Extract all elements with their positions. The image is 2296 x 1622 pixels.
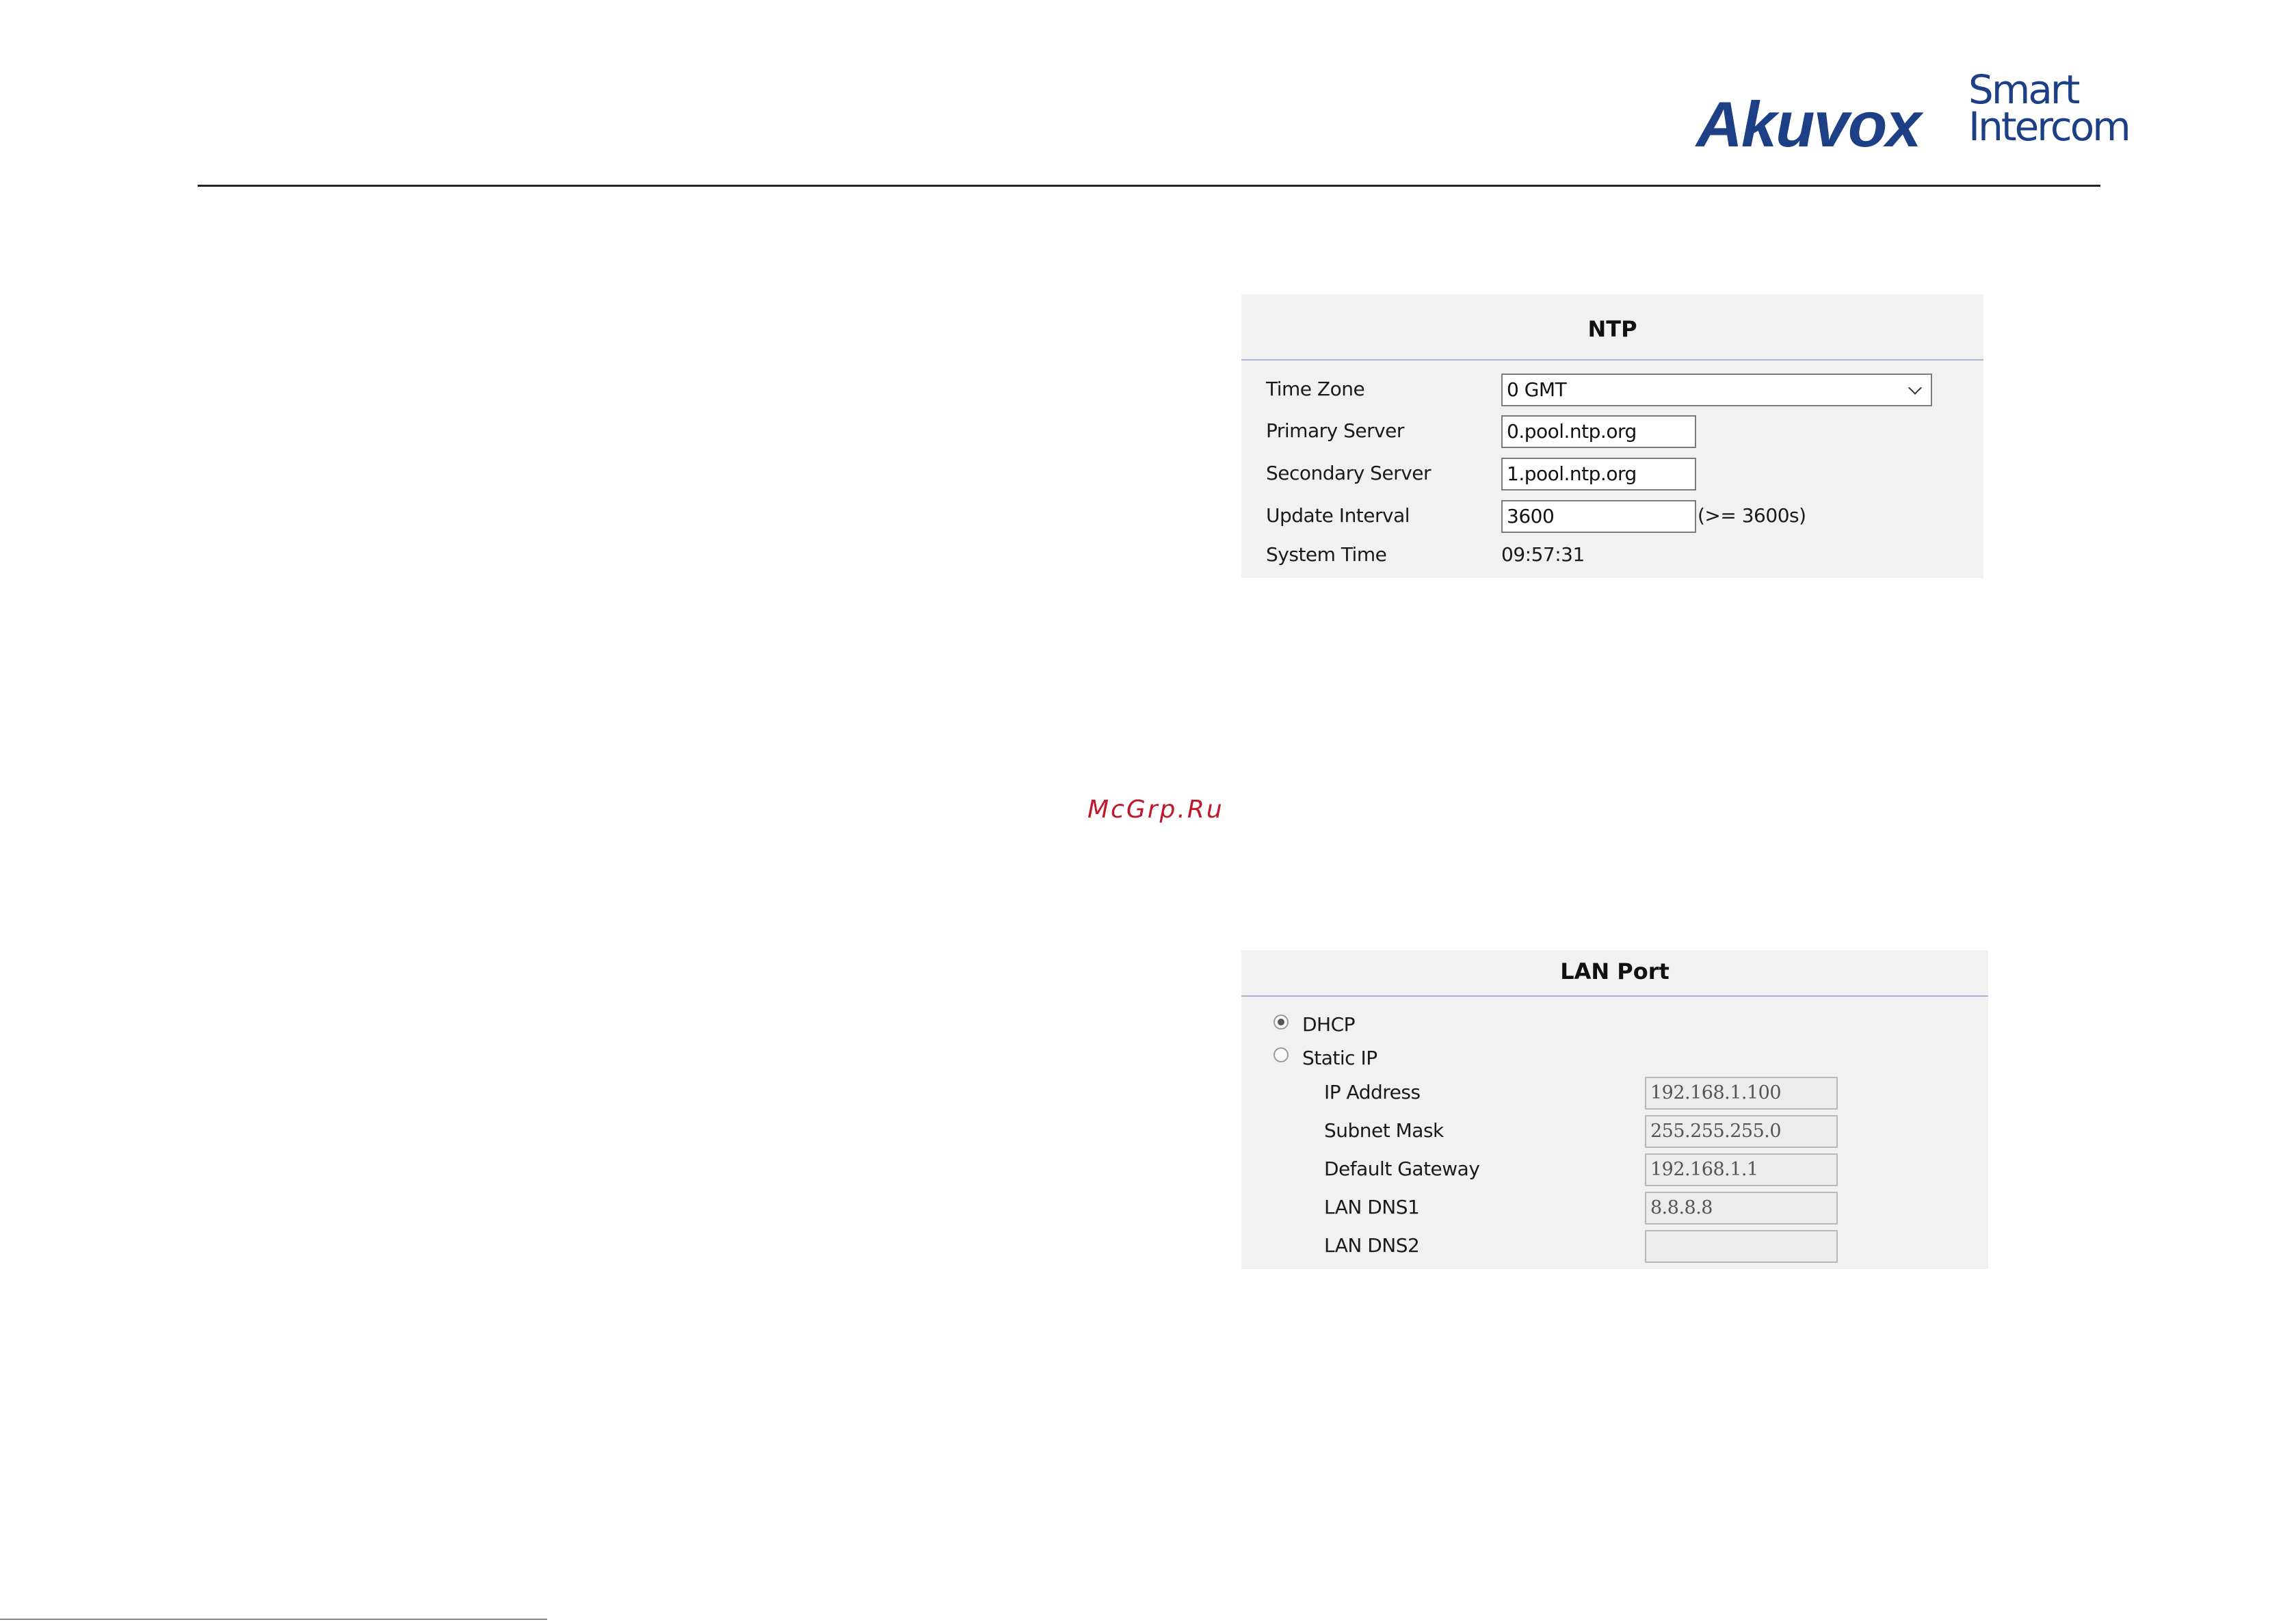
lan-dns2-input[interactable] xyxy=(1645,1230,1838,1263)
brand-tagline-line2: Intercom xyxy=(1968,103,2131,150)
default-gateway-input[interactable]: 192.168.1.1 xyxy=(1645,1153,1838,1186)
primary-server-input[interactable]: 0.pool.ntp.org xyxy=(1501,415,1696,448)
dhcp-label: DHCP xyxy=(1302,1013,1356,1036)
system-time-label: System Time xyxy=(1266,543,1387,566)
header-divider xyxy=(198,185,2100,187)
update-interval-hint: (>= 3600s) xyxy=(1698,504,1806,527)
dhcp-radio[interactable] xyxy=(1274,1015,1289,1030)
update-interval-input[interactable]: 3600 xyxy=(1501,500,1696,533)
lan-port-panel: LAN Port DHCP Static IP IP Address 192.1… xyxy=(1241,950,1988,1269)
lan-dns1-input[interactable]: 8.8.8.8 xyxy=(1645,1192,1838,1225)
subnet-mask-input[interactable]: 255.255.255.0 xyxy=(1645,1115,1838,1148)
system-time-value: 09:57:31 xyxy=(1501,543,1585,566)
watermark-text: McGrp.Ru xyxy=(1087,796,1224,824)
ip-address-label: IP Address xyxy=(1324,1081,1421,1103)
primary-server-label: Primary Server xyxy=(1266,419,1404,442)
time-zone-select[interactable]: 0 GMT xyxy=(1501,374,1932,406)
time-zone-label: Time Zone xyxy=(1266,378,1365,400)
brand-name: Akuvox xyxy=(1696,88,1922,160)
lan-dns2-label: LAN DNS2 xyxy=(1324,1234,1420,1257)
brand-tagline: Smart Intercom xyxy=(1968,66,2131,150)
update-interval-label: Update Interval xyxy=(1266,504,1410,527)
lan-port-panel-title: LAN Port xyxy=(1560,958,1670,984)
static-ip-label: Static IP xyxy=(1302,1047,1377,1069)
brand-tagline-line1: Smart xyxy=(1968,66,2080,113)
subnet-mask-label: Subnet Mask xyxy=(1324,1119,1444,1142)
ntp-panel: NTP Time Zone 0 GMT Primary Server 0.poo… xyxy=(1241,294,1983,578)
time-zone-value: 0 GMT xyxy=(1507,378,1567,401)
footer-divider xyxy=(0,1619,547,1620)
secondary-server-input[interactable]: 1.pool.ntp.org xyxy=(1501,458,1696,490)
ntp-title-divider xyxy=(1241,359,1983,361)
ntp-panel-title: NTP xyxy=(1587,316,1637,342)
chevron-down-icon xyxy=(1908,381,1922,395)
ip-address-input[interactable]: 192.168.1.100 xyxy=(1645,1077,1838,1110)
lan-dns1-label: LAN DNS1 xyxy=(1324,1196,1420,1218)
default-gateway-label: Default Gateway xyxy=(1324,1157,1480,1180)
lan-title-divider xyxy=(1241,995,1988,997)
static-ip-radio[interactable] xyxy=(1274,1047,1289,1062)
secondary-server-label: Secondary Server xyxy=(1266,462,1431,484)
